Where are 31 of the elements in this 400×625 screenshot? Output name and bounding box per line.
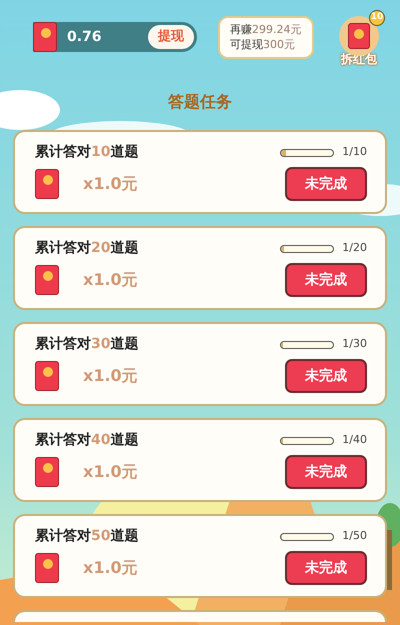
progress-count: 1/10 [342, 144, 367, 160]
envelope-icon [35, 553, 59, 583]
reward-amount: x1.0元 [83, 461, 138, 483]
task-title: 累计答对40道题 [35, 431, 138, 450]
reward-amount: x1.0元 [83, 365, 138, 387]
incomplete-button[interactable]: 未完成 [285, 551, 367, 585]
progress-count: 1/40 [342, 432, 367, 448]
task-title: 累计答对50道题 [35, 527, 138, 546]
section-title: 答题任务 [167, 91, 233, 113]
envelope-icon [35, 169, 59, 199]
task-title: 累计答对10道题 [35, 143, 138, 162]
envelope-icon [35, 457, 59, 487]
reward-amount: x1.0元 [83, 269, 138, 291]
task-title: 累计答对30道题 [35, 335, 138, 354]
envelope-icon [348, 23, 370, 49]
envelope-icon [35, 265, 59, 295]
envelope-icon [35, 361, 59, 391]
incomplete-button[interactable]: 未完成 [285, 455, 367, 489]
progress-count: 1/30 [342, 336, 367, 352]
progress-count: 1/50 [342, 528, 367, 544]
withdraw-button[interactable]: 提现 [148, 25, 194, 49]
incomplete-button[interactable]: 未完成 [285, 359, 367, 393]
withdraw-tip: 再赚299.24元 可提现300元 [218, 16, 314, 59]
balance-amount: 0.76 [67, 28, 102, 46]
incomplete-button[interactable]: 未完成 [285, 263, 367, 297]
task-title: 累计答对20道题 [35, 239, 138, 258]
reward-amount: x1.0元 [83, 173, 138, 195]
reward-amount: x1.0元 [83, 557, 138, 579]
incomplete-button[interactable]: 未完成 [285, 167, 367, 201]
envelope-icon [33, 22, 57, 52]
progress-count: 1/20 [342, 240, 367, 256]
